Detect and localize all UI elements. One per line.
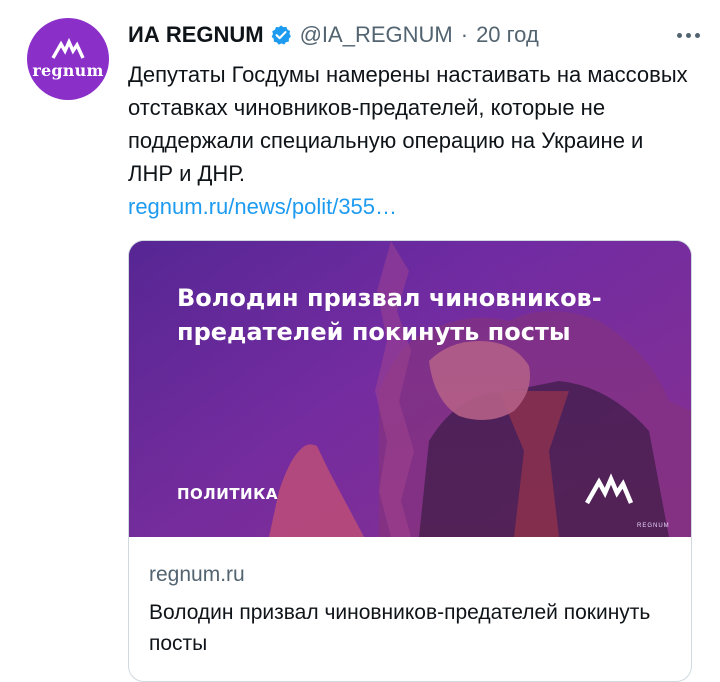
link-preview-card[interactable]: Володин призвал чиновников-предателей по… bbox=[128, 240, 692, 682]
card-domain: regnum.ru bbox=[149, 563, 245, 586]
avatar-label: regnum bbox=[32, 61, 104, 80]
author-handle[interactable]: @IA_REGNUM bbox=[300, 22, 453, 48]
regnum-logo-icon bbox=[51, 38, 85, 59]
tweet-link[interactable]: regnum.ru/news/polit/355… bbox=[128, 190, 397, 223]
card-meta[interactable]: regnum.ru Володин призвал чиновников-пре… bbox=[129, 537, 691, 659]
avatar[interactable]: regnum bbox=[27, 18, 109, 100]
card-title: Володин призвал чиновников-предателей по… bbox=[149, 601, 651, 655]
card-image-headline: Володин призвал чиновников-предателей по… bbox=[177, 284, 602, 346]
card-image[interactable]: Володин призвал чиновников-предателей по… bbox=[129, 241, 691, 537]
tweet-header: ИА REGNUM @IA_REGNUM · 20 год bbox=[128, 20, 700, 50]
separator-dot: · bbox=[460, 22, 469, 47]
tweet-timestamp[interactable]: 20 год bbox=[476, 22, 539, 48]
tweet-text: Депутаты Госдумы намерены настаивать на … bbox=[128, 62, 688, 186]
author-name[interactable]: ИА REGNUM bbox=[128, 22, 264, 48]
regnum-logo-icon bbox=[585, 473, 634, 505]
card-watermark: REGNUM bbox=[637, 523, 670, 529]
verified-badge-icon bbox=[271, 25, 291, 45]
card-image-category: ПОЛИТИКА bbox=[177, 485, 278, 503]
more-options-icon[interactable] bbox=[677, 22, 700, 48]
